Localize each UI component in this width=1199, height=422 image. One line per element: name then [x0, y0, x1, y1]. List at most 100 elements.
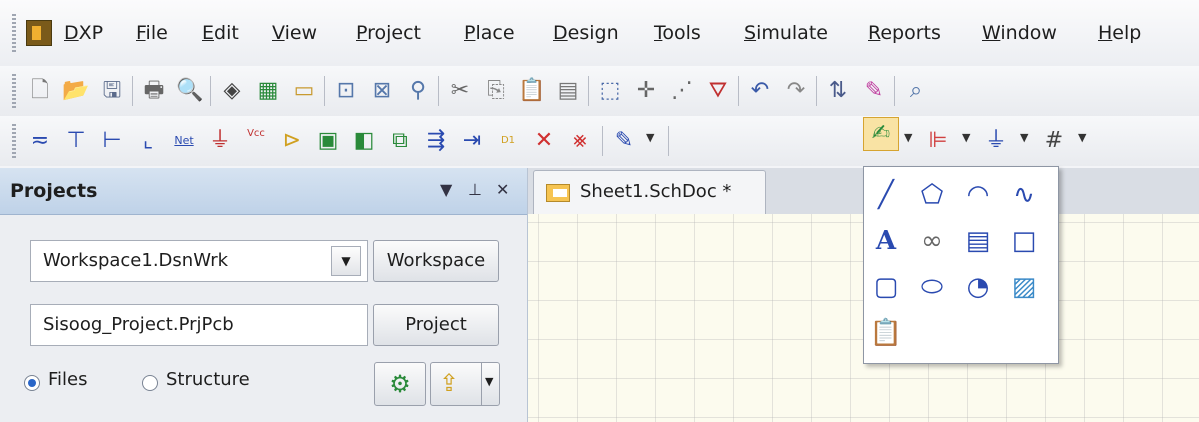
compile-project-button[interactable]: ⚙: [374, 362, 426, 406]
toolbar-separator: [438, 76, 439, 106]
menu-edit[interactable]: Edit: [202, 18, 239, 48]
save-icon[interactable]: 🖫: [98, 77, 126, 105]
text-frame-icon[interactable]: ▤: [960, 223, 996, 259]
toolbar-grip[interactable]: [12, 74, 16, 108]
port-icon[interactable]: D1: [494, 127, 522, 155]
copy-icon[interactable]: ⎘: [482, 77, 510, 105]
menu-reports[interactable]: Reports: [868, 18, 941, 48]
power-sources-icon[interactable]: ⏚: [982, 127, 1010, 155]
browse-icon[interactable]: ⌕: [902, 77, 930, 105]
menu-view[interactable]: View: [272, 18, 317, 48]
close-icon[interactable]: ✕: [496, 180, 509, 199]
no-erc-icon[interactable]: ✕: [530, 127, 558, 155]
ground-port-icon[interactable]: ⏚: [206, 127, 234, 155]
tab-sheet1[interactable]: Sheet1.SchDoc *: [533, 170, 766, 214]
toolbar-separator: [132, 76, 133, 106]
redo-icon[interactable]: ↷: [782, 77, 810, 105]
pin-icon[interactable]: ⊥: [468, 180, 482, 199]
menu-dxp[interactable]: DXP: [64, 18, 103, 48]
menu-file[interactable]: File: [136, 18, 168, 48]
graphic-image-icon[interactable]: ▨: [1006, 269, 1042, 305]
chevron-down-icon[interactable]: ▼: [331, 246, 361, 276]
new-document-icon[interactable]: 🗋: [26, 77, 54, 105]
print-preview-icon[interactable]: 🔍: [176, 77, 204, 105]
align-icon[interactable]: ⊫: [924, 127, 952, 155]
cross-probe-icon[interactable]: ⇅: [824, 77, 852, 105]
hyperlink-icon[interactable]: ∞: [914, 223, 950, 259]
structure-radio-label[interactable]: Structure: [166, 369, 250, 390]
polygon-icon[interactable]: ⬠: [914, 177, 950, 213]
clear-filter-icon[interactable]: ⛛: [704, 77, 732, 105]
highlight-pen-icon[interactable]: ✎: [860, 77, 888, 105]
window-icon[interactable]: ▭: [290, 77, 318, 105]
compile-mask-icon[interactable]: ⨳: [566, 127, 594, 155]
deselect-icon[interactable]: ⋰: [668, 77, 696, 105]
wire-icon[interactable]: ⌞: [134, 127, 162, 155]
elliptical-arc-icon[interactable]: ◠: [960, 177, 996, 213]
menu-project[interactable]: Project: [356, 18, 421, 48]
chevron-down-icon[interactable]: ▼: [904, 131, 912, 144]
undo-icon[interactable]: ↶: [746, 77, 774, 105]
harness-icon[interactable]: ⊢: [98, 127, 126, 155]
print-icon[interactable]: 🖶: [140, 77, 168, 105]
menu-tools[interactable]: Tools: [654, 18, 701, 48]
sheet-entry-icon[interactable]: ◧: [350, 127, 378, 155]
zoom-fit-icon[interactable]: ⊡: [332, 77, 360, 105]
drawing-tools-button[interactable]: ✍: [863, 117, 899, 151]
grid-icon[interactable]: #: [1040, 127, 1068, 155]
rectangle-icon[interactable]: □: [1006, 223, 1042, 259]
sheet-symbol-icon[interactable]: ▣: [314, 127, 342, 155]
structure-radio[interactable]: [142, 375, 158, 391]
bus-entry-icon[interactable]: ⊤: [62, 127, 90, 155]
chevron-down-icon[interactable]: ▼: [962, 131, 970, 144]
pie-chart-icon[interactable]: ◔: [960, 269, 996, 305]
paste-array-icon[interactable]: 📋: [868, 315, 904, 351]
chevron-down-icon[interactable]: ▼: [1020, 131, 1028, 144]
menu-design[interactable]: Design: [553, 18, 619, 48]
round-rectangle-icon[interactable]: ▢: [868, 269, 904, 305]
project-value: Sisoog_Project.PrjPcb: [43, 314, 234, 335]
zoom-area-icon[interactable]: ⊠: [368, 77, 396, 105]
panel-menu-icon[interactable]: ▼: [440, 180, 452, 199]
menu-place[interactable]: Place: [464, 18, 515, 48]
drawing-pen-icon[interactable]: ✎: [610, 127, 638, 155]
rubber-stamp-icon[interactable]: ▤: [554, 77, 582, 105]
project-options-button[interactable]: ⇪ ▼: [430, 362, 500, 406]
signal-harness-icon[interactable]: ⇶: [422, 127, 450, 155]
menubar-grip[interactable]: [12, 14, 16, 52]
toolbar-separator: [738, 76, 739, 106]
menu-help[interactable]: Help: [1098, 18, 1141, 48]
files-radio-label[interactable]: Files: [48, 369, 88, 390]
workspace-button[interactable]: Workspace: [373, 240, 499, 282]
move-icon[interactable]: ✛: [632, 77, 660, 105]
menu-simulate[interactable]: Simulate: [744, 18, 828, 48]
vcc-port-icon[interactable]: Vcc: [242, 127, 270, 155]
text-string-icon[interactable]: A: [868, 223, 904, 259]
workspace-select[interactable]: Workspace1.DsnWrk ▼: [30, 240, 368, 282]
3d-chip-icon[interactable]: ◈: [218, 77, 246, 105]
net-label-icon[interactable]: Net: [170, 127, 198, 155]
project-button[interactable]: Project: [373, 304, 499, 346]
cut-icon[interactable]: ✂: [446, 77, 474, 105]
chevron-down-icon[interactable]: ▼: [1078, 131, 1086, 144]
harness-entry-icon[interactable]: ⇥: [458, 127, 486, 155]
chevron-down-icon[interactable]: ▼: [646, 131, 654, 144]
toolbar-grip[interactable]: [12, 124, 16, 158]
pcb-board-icon[interactable]: ▦: [254, 77, 282, 105]
bus-icon[interactable]: ≂: [26, 127, 54, 155]
line-icon[interactable]: ╱: [868, 177, 904, 213]
part-icon[interactable]: ⊳: [278, 127, 306, 155]
toolbar-separator: [588, 76, 589, 106]
open-folder-icon[interactable]: 📂: [62, 77, 90, 105]
paste-icon[interactable]: 📋: [518, 77, 546, 105]
zoom-selected-icon[interactable]: ⚲: [404, 77, 432, 105]
select-area-icon[interactable]: ⬚: [596, 77, 624, 105]
ellipse-icon[interactable]: ⬭: [914, 269, 950, 305]
bezier-icon[interactable]: ∿: [1006, 177, 1042, 213]
device-sheet-icon[interactable]: ⧉: [386, 127, 414, 155]
dxp-logo-icon[interactable]: [26, 20, 52, 46]
chevron-down-icon[interactable]: ▼: [485, 375, 493, 388]
project-field[interactable]: Sisoog_Project.PrjPcb: [30, 304, 368, 346]
menu-window[interactable]: Window: [982, 18, 1057, 48]
files-radio[interactable]: [24, 375, 40, 391]
